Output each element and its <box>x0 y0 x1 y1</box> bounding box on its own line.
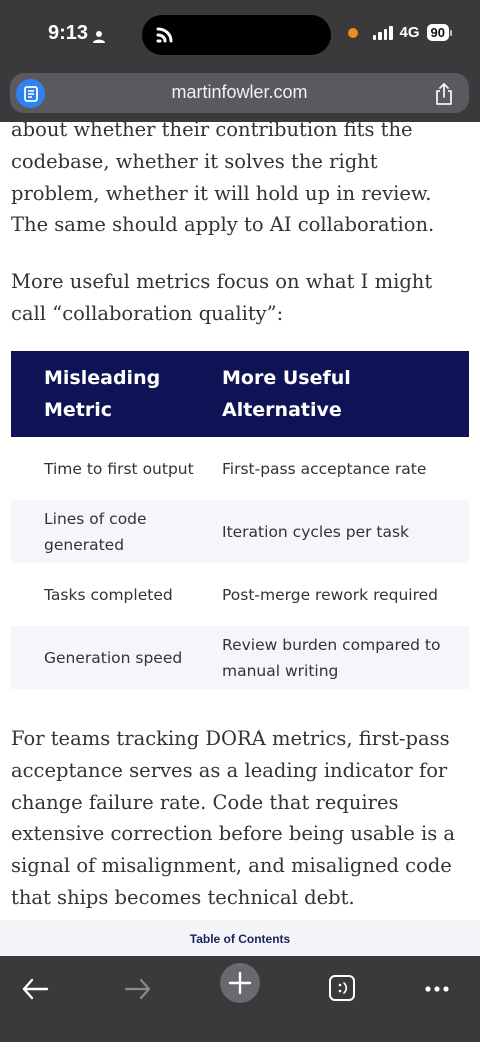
table-cell: Lines of code generated <box>44 509 147 554</box>
network-type: 4G <box>399 24 420 41</box>
table-header-cell: Misleading Metric <box>44 367 161 421</box>
island-app-icon <box>154 24 176 46</box>
table-row: Lines of code generated Iteration cycles… <box>11 500 469 563</box>
table-row: Time to first output First-pass acceptan… <box>11 437 469 500</box>
table-of-contents-bar[interactable]: Table of Contents <box>0 920 480 956</box>
dynamic-island[interactable] <box>142 15 331 55</box>
status-indicators: 4G 90 <box>347 24 452 41</box>
more-icon[interactable] <box>416 964 460 1008</box>
status-time: 9:13 <box>48 22 89 44</box>
browser-address-area: martinfowler.com <box>0 70 480 122</box>
share-icon[interactable] <box>433 82 455 106</box>
battery-tip <box>450 29 452 36</box>
address-bar[interactable]: martinfowler.com <box>10 73 469 113</box>
article-content[interactable]: about whether their contribution fits th… <box>0 122 480 920</box>
article-paragraph: about whether their contribution fits th… <box>11 122 435 237</box>
new-tab-button[interactable] <box>220 963 260 1003</box>
table-cell: Review burden compared to manual writing <box>222 635 441 680</box>
table-cell: Time to first output <box>44 459 194 478</box>
toc-label[interactable]: Table of Contents <box>190 932 290 946</box>
table-row: Generation speed Review burden compared … <box>11 626 469 689</box>
status-time-group: 9:13 <box>48 22 106 45</box>
table-cell: Iteration cycles per task <box>222 522 410 541</box>
plus-icon <box>228 971 252 995</box>
browser-toolbar <box>0 956 480 1042</box>
table-header-cell: More Useful Alternative <box>222 367 351 421</box>
battery-icon: 90 <box>426 24 452 41</box>
battery-level: 90 <box>426 24 449 41</box>
tab-switcher-icon[interactable] <box>320 964 364 1008</box>
article-paragraph: More useful metrics focus on what I migh… <box>11 270 433 325</box>
person-icon <box>92 27 106 43</box>
back-arrow-icon[interactable] <box>14 964 58 1008</box>
signal-icon <box>372 25 393 40</box>
status-bar: 9:13 4G 90 <box>0 0 480 70</box>
url-text[interactable]: martinfowler.com <box>10 82 469 103</box>
table-cell: First-pass acceptance rate <box>222 459 427 478</box>
table-cell: Tasks completed <box>44 585 173 604</box>
metrics-table: Misleading Metric More Useful Alternativ… <box>11 351 469 689</box>
forward-arrow-icon[interactable] <box>115 964 159 1008</box>
recording-indicator <box>347 27 358 38</box>
table-cell: Generation speed <box>44 648 183 667</box>
article-paragraph: For teams tracking DORA metrics, first-p… <box>11 727 456 909</box>
table-row: Tasks completed Post-merge rework requir… <box>11 563 469 626</box>
table-header: Misleading Metric More Useful Alternativ… <box>11 351 469 437</box>
table-cell: Post-merge rework required <box>222 585 439 604</box>
